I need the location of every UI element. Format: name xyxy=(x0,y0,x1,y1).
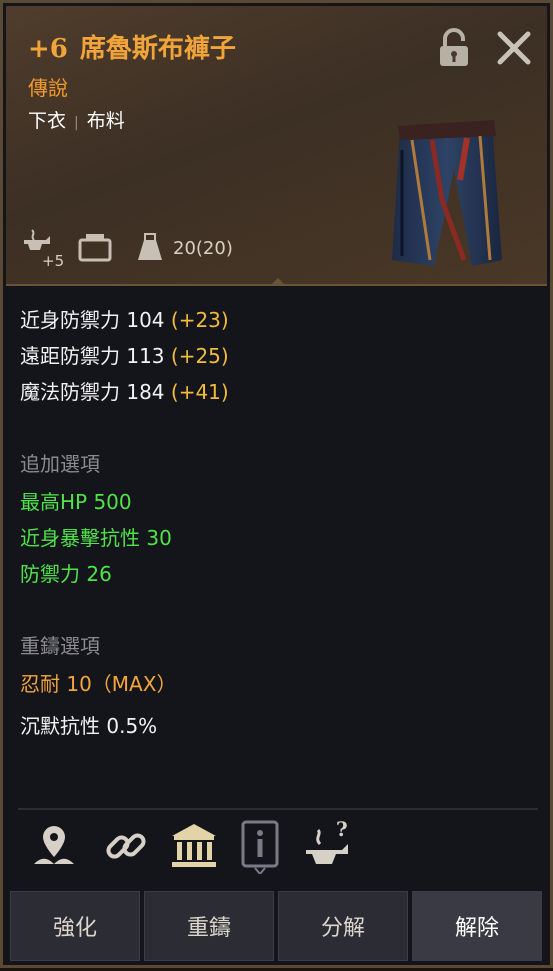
type-separator: | xyxy=(74,115,79,131)
card-info-icon[interactable] xyxy=(230,816,290,876)
item-type-row: 下衣 | 布料 xyxy=(28,106,125,133)
reforge-option-item: 沉默抗性 0.5% xyxy=(20,714,158,738)
reforge-options-heading: 重鑄選項 xyxy=(20,634,100,658)
disassemble-button[interactable]: 分解 xyxy=(278,891,408,961)
stat-ranged-defense: 遠距防禦力 113 (+25) xyxy=(20,344,229,368)
item-tooltip-window: +6 席魯斯布褲子 傳說 下衣 | 布料 +5 20(20) 近身防禦力 104… xyxy=(0,0,553,968)
reforge-option-item: 忍耐 10（MAX） xyxy=(20,672,177,696)
action-button-row: 強化 重鑄 分解 解除 xyxy=(6,887,547,971)
extra-option-item: 近身暴擊抗性 30 xyxy=(20,526,172,550)
extra-option-item: 最高HP 500 xyxy=(20,490,132,514)
weight-value: 20(20) xyxy=(173,238,233,259)
item-name: 席魯斯布褲子 xyxy=(79,34,236,64)
item-header: +6 席魯斯布褲子 傳說 下衣 | 布料 +5 20(20) xyxy=(6,6,547,292)
weight-icon xyxy=(138,233,162,260)
enhance-level: +6 xyxy=(28,34,68,64)
action-icon-bar: ? xyxy=(6,816,547,886)
stat-magic-defense: 魔法防禦力 184 (+41) xyxy=(20,380,229,404)
stat-melee-defense: 近身防禦力 104 (+23) xyxy=(20,308,229,332)
enhance-badge: +5 xyxy=(42,252,65,270)
bank-icon[interactable] xyxy=(164,816,224,876)
extra-option-item: 防禦力 26 xyxy=(20,562,112,586)
close-icon[interactable] xyxy=(494,28,534,68)
location-pin-icon[interactable] xyxy=(24,816,84,876)
enhance-button[interactable]: 強化 xyxy=(10,891,140,961)
anvil-icon xyxy=(24,229,50,250)
lock-icon[interactable] xyxy=(436,28,472,68)
item-grade: 傳說 xyxy=(28,76,68,100)
item-slot: 下衣 xyxy=(28,110,67,132)
item-stats-body: 近身防禦力 104 (+23) 遠距防禦力 113 (+25) 魔法防禦力 18… xyxy=(6,286,547,886)
item-title: +6 席魯斯布褲子 xyxy=(28,28,248,65)
unequip-button[interactable]: 解除 xyxy=(412,891,542,961)
item-material: 布料 xyxy=(86,110,125,132)
extra-options-heading: 追加選項 xyxy=(20,452,100,476)
link-icon[interactable] xyxy=(96,816,156,876)
bag-icon xyxy=(78,234,112,262)
svg-text:?: ? xyxy=(336,818,348,841)
anvil-help-icon[interactable]: ? xyxy=(298,816,358,876)
item-image xyxy=(392,120,502,266)
reforge-button[interactable]: 重鑄 xyxy=(144,891,274,961)
section-divider xyxy=(18,808,538,810)
